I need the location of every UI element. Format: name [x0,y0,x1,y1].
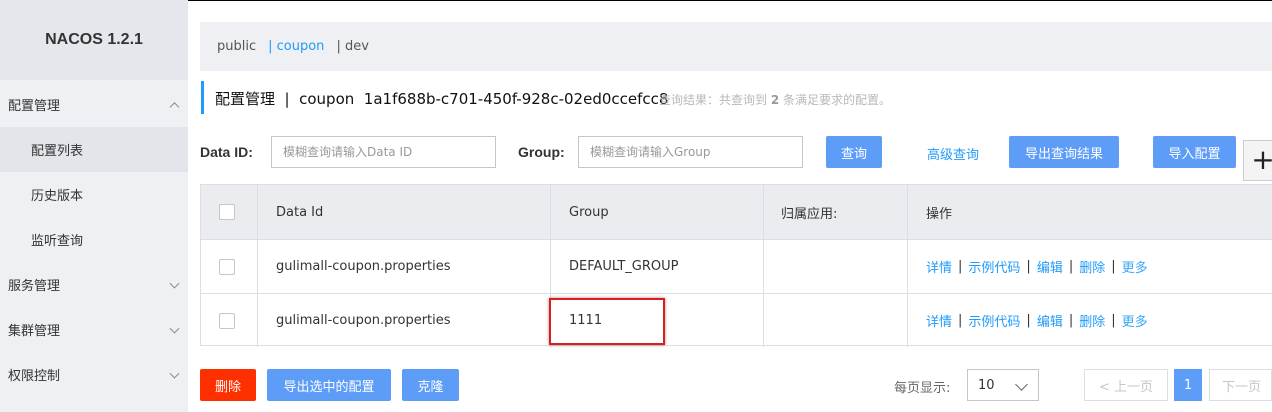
export-results-button[interactable]: 导出查询结果 [1009,136,1119,168]
config-table: Data Id Group 归属应用: 操作 gulimall-coupon.p… [200,184,1272,347]
add-config-button[interactable]: + [1243,140,1272,181]
action-separator: | [958,259,963,274]
column-header-actions: 操作 [926,206,953,222]
row-actions: 详情 | 示例代码 | 编辑 | 删除 | 更多 [926,294,1148,347]
row-actions: 详情 | 示例代码 | 编辑 | 删除 | 更多 [926,240,1148,293]
more-link[interactable]: 更多 [1122,257,1148,276]
result-suffix: 条满足要求的配置。 [779,93,892,107]
row-checkbox-cell [219,294,235,347]
sidebar-group-cluster[interactable]: 集群管理 [0,307,188,352]
sidebar-item-label: 历史版本 [31,189,84,204]
query-button[interactable]: 查询 [826,136,882,168]
sample-code-link[interactable]: 示例代码 [968,257,1020,276]
cell-group: DEFAULT_GROUP [569,259,679,274]
action-separator: | [1111,313,1116,328]
import-config-button[interactable]: 导入配置 [1153,136,1236,168]
current-page-button[interactable]: 1 [1174,369,1202,401]
row-checkbox-cell [219,240,235,293]
prev-page-button[interactable]: < 上一页 [1084,369,1168,401]
more-link[interactable]: 更多 [1122,311,1148,330]
sidebar-item-label: 监听查询 [31,234,84,249]
sidebar-group-label: 配置管理 [8,99,61,114]
top-border [188,0,1272,1]
column-header-group: Group [569,204,609,220]
app-title: NACOS 1.2.1 [0,0,188,80]
chevron-down-icon [169,278,180,289]
action-separator: | [1026,259,1031,274]
namespace-bar: public | coupon | dev [200,22,1272,71]
sidebar-item-listener[interactable]: 监听查询 [0,217,188,262]
result-prefix: 查询结果：共查询到 [659,93,771,107]
row-checkbox[interactable] [219,312,235,329]
clone-button[interactable]: 克隆 [402,369,459,401]
action-separator: | [1068,313,1074,328]
delete-link[interactable]: 删除 [1079,311,1105,330]
sidebar-item-label: 配置列表 [31,144,84,159]
table-row: gulimall-coupon.properties DEFAULT_GROUP… [201,239,1272,293]
sidebar-group-service[interactable]: 服务管理 [0,262,188,307]
sidebar-group-auth[interactable]: 权限控制 [0,352,188,397]
sidebar-group-label: 权限控制 [8,369,61,384]
namespace-coupon[interactable]: | coupon [268,39,324,54]
cell-data-id: gulimall-coupon.properties [276,259,451,274]
action-separator: | [958,313,963,328]
row-checkbox[interactable] [219,258,235,275]
cell-data-id: gulimall-coupon.properties [276,313,451,328]
column-header-app: 归属应用: [781,206,838,222]
edit-link[interactable]: 编辑 [1037,311,1063,330]
edit-link[interactable]: 编辑 [1037,257,1063,276]
detail-link[interactable]: 详情 [926,257,952,276]
action-separator: | [1026,313,1031,328]
table-header-row: Data Id Group 归属应用: 操作 [201,185,1272,239]
dataid-search-input[interactable] [271,136,496,168]
group-label: Group: [518,144,565,160]
sidebar-group-label: 集群管理 [8,324,61,339]
query-result-summary: 查询结果：共查询到 2 条满足要求的配置。 [659,91,891,108]
chevron-up-icon [169,101,180,112]
select-all-checkbox-cell [219,185,235,239]
action-separator: | [1068,259,1074,274]
chevron-down-icon [1015,378,1028,391]
group-search-input[interactable] [578,136,803,168]
delete-button[interactable]: 删除 [200,369,256,401]
export-selected-button[interactable]: 导出选中的配置 [267,369,391,401]
page-size-select[interactable]: 10 [967,369,1039,401]
highlight-annotation-box [549,298,665,345]
action-separator: | [1111,259,1116,274]
namespace-dev[interactable]: | dev [336,39,368,54]
sidebar-group-label: 服务管理 [8,279,61,294]
chevron-down-icon [169,323,180,334]
sidebar-item-history[interactable]: 历史版本 [0,172,188,217]
dataid-label: Data ID: [200,144,253,160]
sidebar-group-config[interactable]: 配置管理 [0,82,188,127]
table-row: gulimall-coupon.properties 1111 详情 | 示例代码… [201,293,1272,347]
namespace-public[interactable]: public [217,39,256,54]
column-header-data-id: Data Id [276,204,324,220]
sidebar-item-config-list[interactable]: 配置列表 [0,127,188,172]
next-page-button[interactable]: 下一页 [1209,369,1272,401]
page-size-value: 10 [978,377,995,393]
page-size-label: 每页显示: [894,381,951,396]
chevron-down-icon [169,368,180,379]
title-accent-bar [201,81,204,114]
select-all-checkbox[interactable] [219,204,235,220]
advanced-query-link[interactable]: 高级查询 [927,144,979,163]
sample-code-link[interactable]: 示例代码 [968,311,1020,330]
detail-link[interactable]: 详情 [926,311,952,330]
delete-link[interactable]: 删除 [1079,257,1105,276]
result-count: 2 [770,93,780,107]
page-title: 配置管理 | coupon 1a1f688b-c701-450f-928c-02… [215,90,669,108]
